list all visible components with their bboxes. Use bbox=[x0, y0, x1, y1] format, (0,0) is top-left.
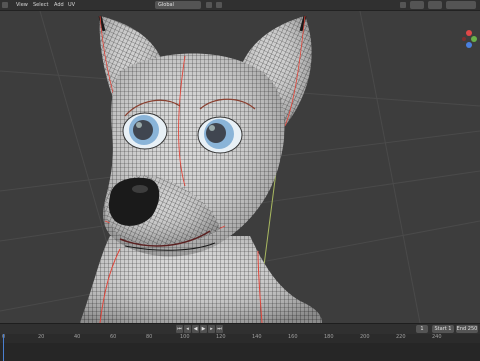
ruler-tick: 120 bbox=[216, 334, 226, 340]
ruler-tick: 100 bbox=[180, 334, 190, 340]
viewport-canvas bbox=[0, 11, 480, 323]
playhead[interactable] bbox=[3, 334, 4, 361]
jump-end-button[interactable]: ⏭ bbox=[216, 325, 223, 333]
menu-view[interactable]: View bbox=[16, 0, 28, 10]
play-button[interactable]: ▶ bbox=[200, 325, 207, 333]
play-reverse-button[interactable]: ◀ bbox=[192, 325, 199, 333]
prev-key-button[interactable]: ◂ bbox=[184, 325, 191, 333]
editor-type-icon[interactable] bbox=[2, 2, 8, 8]
xray-toggle[interactable] bbox=[428, 1, 442, 9]
menu-uv[interactable]: UV bbox=[68, 0, 75, 10]
proportional-edit-icon[interactable] bbox=[216, 2, 222, 8]
gizmo-toggle-icon[interactable] bbox=[400, 2, 406, 8]
navigation-gizmo[interactable] bbox=[458, 25, 480, 55]
ruler-tick: 80 bbox=[146, 334, 153, 340]
start-frame-field[interactable]: Start 1 bbox=[432, 325, 454, 333]
next-key-button[interactable]: ▸ bbox=[208, 325, 215, 333]
ruler-tick: 220 bbox=[396, 334, 406, 340]
timeline-header: ⏮ ◂ ◀ ▶ ▸ ⏭ 1 Start 1 End 250 bbox=[0, 324, 480, 334]
ruler-tick: 180 bbox=[324, 334, 334, 340]
3d-viewport[interactable] bbox=[0, 11, 480, 323]
current-frame-field[interactable]: 1 bbox=[416, 325, 428, 333]
ruler-tick: 160 bbox=[288, 334, 298, 340]
ruler-tick: 200 bbox=[360, 334, 370, 340]
ruler-tick: 20 bbox=[38, 334, 45, 340]
left-eye bbox=[122, 112, 168, 150]
jump-start-button[interactable]: ⏮ bbox=[176, 325, 183, 333]
viewport-header: View Select Add UV Global bbox=[0, 0, 480, 11]
overlay-toggle[interactable] bbox=[410, 1, 424, 9]
menu-add[interactable]: Add bbox=[54, 0, 64, 10]
snap-icon[interactable] bbox=[206, 2, 212, 8]
orientation-dropdown[interactable]: Global bbox=[155, 1, 201, 9]
right-eye bbox=[197, 116, 243, 154]
keyframe-track[interactable] bbox=[0, 343, 480, 361]
ruler-tick: 240 bbox=[432, 334, 442, 340]
ruler-tick: 40 bbox=[74, 334, 81, 340]
ruler-tick: 140 bbox=[252, 334, 262, 340]
menu-select[interactable]: Select bbox=[33, 0, 48, 10]
end-frame-field[interactable]: End 250 bbox=[456, 325, 478, 333]
playback-controls: ⏮ ◂ ◀ ▶ ▸ ⏭ bbox=[176, 325, 223, 333]
timeline-editor: ⏮ ◂ ◀ ▶ ▸ ⏭ 1 Start 1 End 250 0 20 40 60… bbox=[0, 323, 480, 361]
frame-ruler[interactable]: 0 20 40 60 80 100 120 140 160 180 200 22… bbox=[0, 334, 480, 343]
shading-mode-buttons[interactable] bbox=[446, 1, 476, 9]
ruler-tick: 60 bbox=[110, 334, 117, 340]
